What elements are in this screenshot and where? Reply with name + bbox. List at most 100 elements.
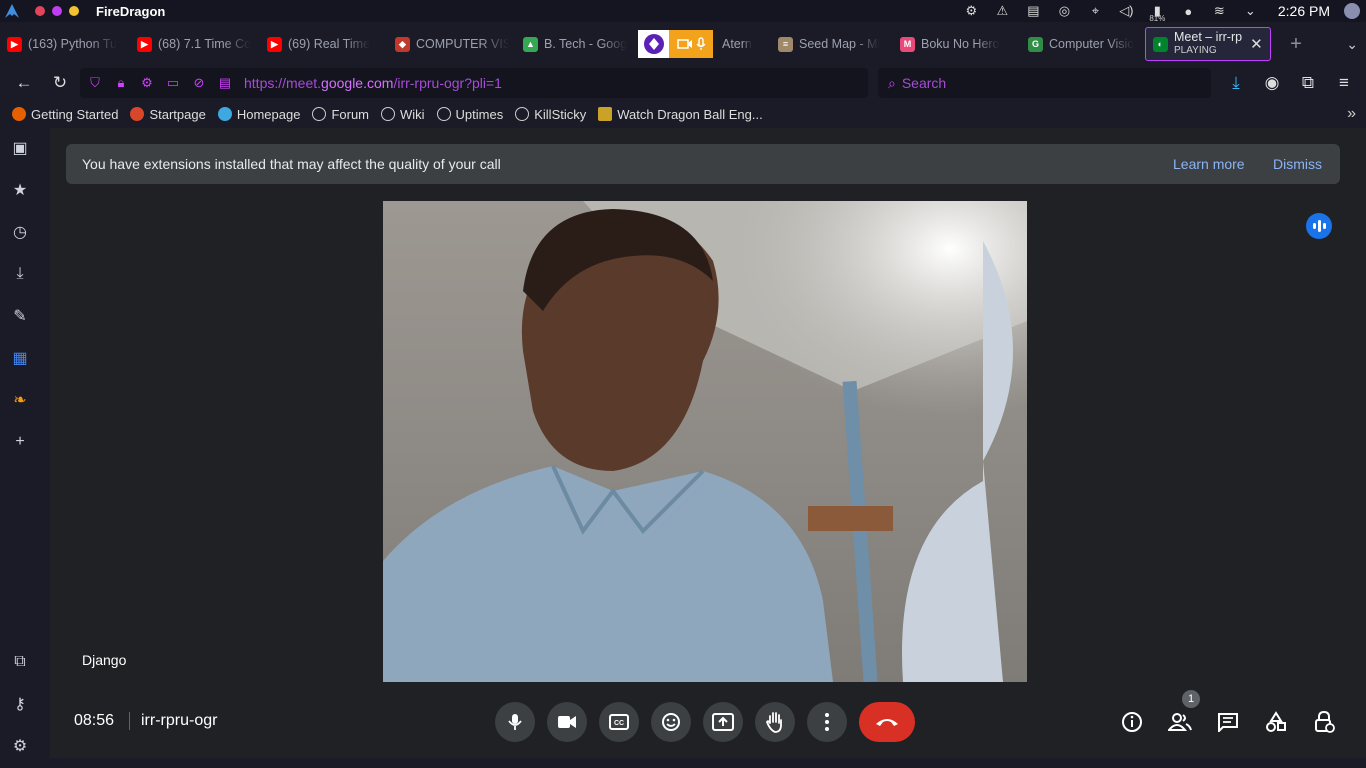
microphone-button[interactable]: [495, 702, 535, 742]
extensions-icon[interactable]: ⧉: [1292, 67, 1324, 99]
tab-btech[interactable]: ▲ B. Tech - Goog: [516, 28, 636, 60]
user-avatar[interactable]: [1344, 3, 1360, 19]
alert-icon[interactable]: ⚠: [987, 0, 1018, 22]
extensions-warning-banner: You have extensions installed that may a…: [66, 144, 1340, 184]
tab-title: Boku No Hero: [921, 37, 1000, 51]
tab-real-time[interactable]: ▶ (69) Real Time: [260, 28, 388, 60]
search-icon: ⌕: [888, 74, 896, 91]
shield-icon: ◆: [395, 36, 410, 52]
bookmark-forum[interactable]: Forum: [312, 107, 369, 122]
reactions-button[interactable]: [651, 702, 691, 742]
meet-icon: ◐: [1153, 36, 1168, 52]
microphone-icon: [508, 714, 522, 730]
download-icon[interactable]: ⤓: [8, 262, 32, 286]
close-tab-icon[interactable]: ✕: [1250, 35, 1263, 53]
app-leaf-icon[interactable]: ❧: [8, 388, 32, 412]
leave-call-button[interactable]: [859, 702, 915, 742]
bookmarks-bar: Getting Started Startpage Homepage Forum…: [0, 100, 1366, 128]
history-icon[interactable]: ◷: [8, 220, 32, 244]
tab-seed-map[interactable]: ≡ Seed Map - Mi: [771, 28, 893, 60]
wifi-icon[interactable]: ≋: [1204, 0, 1235, 22]
mic-blocked-icon[interactable]: ⊘: [188, 75, 210, 91]
battery-icon[interactable]: ▮ 81%: [1142, 0, 1173, 23]
account-icon[interactable]: ◉: [1256, 67, 1288, 99]
bookmark-uptimes[interactable]: Uptimes: [436, 107, 503, 122]
tab-boku-no-hero[interactable]: M Boku No Hero: [893, 28, 1021, 60]
clock[interactable]: 2:26 PM: [1278, 3, 1330, 19]
search-bar[interactable]: ⌕ Search: [878, 68, 1211, 98]
browser-sidebar: ▣ ★ ◷ ⤓ ✎ ▦ ❧ + ⧉ ⚷ ⚙: [0, 128, 40, 768]
url-text[interactable]: https://meet.google.com/irr-rpru-ogr?pli…: [244, 75, 502, 91]
chat-button[interactable]: [1214, 708, 1242, 736]
tab-list-chevron-icon[interactable]: ⌄: [1346, 36, 1358, 53]
more-options-button[interactable]: [807, 702, 847, 742]
raise-hand-button[interactable]: [755, 702, 795, 742]
camera-permission-icon[interactable]: ▭: [162, 75, 184, 91]
lock-icon[interactable]: 🔒︎: [110, 75, 132, 91]
camera-button[interactable]: [547, 702, 587, 742]
tab-python[interactable]: ▶ (163) Python Tu: [0, 28, 130, 60]
tab-title: B. Tech - Goog: [544, 37, 628, 51]
briefcase-icon[interactable]: ▣: [8, 136, 32, 160]
present-screen-button[interactable]: [703, 702, 743, 742]
meet-sharing-indicator[interactable]: [638, 30, 713, 58]
arch-logo-icon[interactable]: [5, 4, 19, 18]
window-dot-red[interactable]: [35, 6, 45, 16]
tab-meet-active[interactable]: ◐ Meet – irr-rp PLAYING ✕: [1145, 27, 1271, 61]
startpage-icon: [130, 107, 145, 121]
url-bar[interactable]: ⛉ 🔒︎ ⚙ ▭ ⊘ ▤ https://meet.google.com/irr…: [80, 68, 868, 98]
media-icon[interactable]: ◎: [1049, 0, 1080, 22]
tab-atern[interactable]: Atern: [715, 28, 771, 60]
puzzle-icon[interactable]: ⧉: [8, 650, 32, 674]
participant-video: [383, 201, 1027, 682]
pen-icon[interactable]: ✎: [8, 304, 32, 328]
bookmark-dragon-ball[interactable]: Watch Dragon Ball Eng...: [598, 107, 763, 122]
clipboard-icon[interactable]: ▤: [1018, 0, 1049, 22]
meeting-details-button[interactable]: [1118, 708, 1146, 736]
add-panel-icon[interactable]: +: [8, 430, 32, 454]
permissions-icon[interactable]: ⚙: [136, 75, 158, 91]
tab-computer-vis[interactable]: ◆ COMPUTER VIS: [388, 28, 516, 60]
settings-icon[interactable]: ⚙: [956, 0, 987, 22]
new-tab-button[interactable]: +: [1281, 33, 1311, 56]
bookmark-getting-started[interactable]: Getting Started: [12, 107, 118, 122]
window-dot-purple[interactable]: [52, 6, 62, 16]
volume-icon[interactable]: ◁): [1111, 0, 1142, 22]
meeting-time: 08:56: [74, 712, 115, 729]
chat-icon: [1218, 713, 1238, 732]
host-controls-button[interactable]: [1310, 708, 1338, 736]
map-icon: ≡: [778, 36, 793, 52]
tab-computer-vision[interactable]: G Computer Visio: [1021, 28, 1145, 60]
raise-hand-icon: [766, 712, 782, 733]
bookmark-wiki[interactable]: Wiki: [381, 107, 425, 122]
bookmark-killsticky[interactable]: KillSticky: [515, 107, 586, 122]
camera-icon: [676, 39, 692, 49]
captions-button[interactable]: CC: [599, 702, 639, 742]
back-button[interactable]: ←: [8, 67, 40, 99]
tracking-shield-icon[interactable]: ⛉: [84, 75, 106, 91]
video-camera-icon: [558, 716, 576, 728]
people-button[interactable]: [1166, 708, 1194, 736]
tab-title: (68) 7.1 Time Co: [158, 37, 252, 51]
settings-gear-icon[interactable]: ⚙: [8, 734, 32, 758]
downloads-icon[interactable]: ⤓: [1220, 67, 1252, 99]
bookmark-startpage[interactable]: Startpage: [130, 107, 206, 122]
tab-title: Computer Visio: [1049, 37, 1135, 51]
microphone-icon[interactable]: ●: [1173, 0, 1204, 22]
bookmark-homepage[interactable]: Homepage: [217, 107, 300, 122]
learn-more-link[interactable]: Learn more: [1173, 156, 1245, 172]
menu-icon[interactable]: ≡: [1328, 67, 1360, 99]
reload-button[interactable]: ↻: [44, 67, 76, 99]
location-icon[interactable]: ⌖: [1080, 0, 1111, 22]
key-icon[interactable]: ⚷: [8, 692, 32, 716]
translate-icon[interactable]: ▦: [8, 346, 32, 370]
dismiss-button[interactable]: Dismiss: [1273, 156, 1322, 172]
app-name: FireDragon: [96, 3, 166, 19]
chevron-down-icon[interactable]: ⌄: [1235, 0, 1266, 22]
star-icon[interactable]: ★: [8, 178, 32, 202]
bookmarks-overflow-icon[interactable]: »: [1347, 105, 1356, 123]
window-dot-yellow[interactable]: [69, 6, 79, 16]
activities-button[interactable]: [1262, 708, 1290, 736]
reader-view-icon[interactable]: ▤: [214, 75, 236, 91]
tab-time-co[interactable]: ▶ (68) 7.1 Time Co: [130, 28, 260, 60]
